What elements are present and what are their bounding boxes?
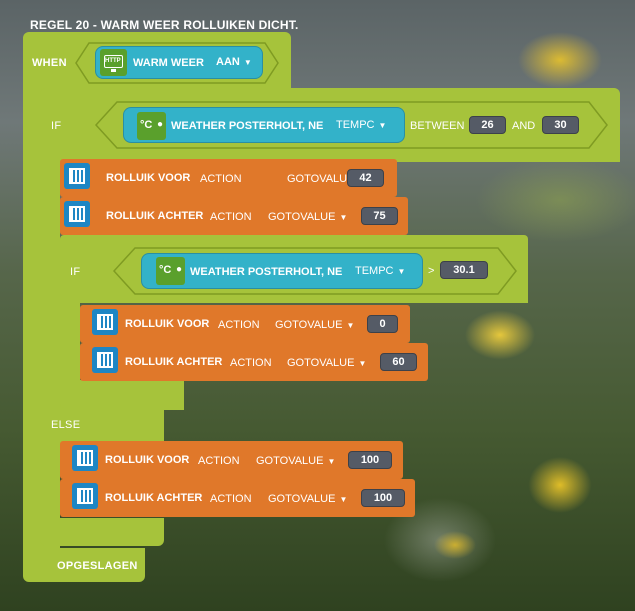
chevron-down-icon: ▼	[358, 359, 367, 368]
action-label: ACTION	[198, 455, 240, 467]
action-command: GOTOVALUE	[256, 455, 324, 467]
if-block-footer	[40, 518, 164, 546]
action-device: ROLLUIK VOOR	[105, 454, 190, 466]
action-device: ROLLUIK ACHTER	[105, 492, 203, 504]
temperature-icon: °C ●	[156, 257, 185, 285]
droplet-icon: ●	[176, 264, 183, 275]
droplet-icon: ●	[157, 119, 164, 130]
action-command-dropdown[interactable]: GOTOVALUE▼	[256, 455, 335, 467]
action-command-dropdown[interactable]: GOTOVALUE▼	[275, 319, 354, 331]
shutter-icon	[64, 163, 90, 189]
action-command-dropdown[interactable]: GOTOVALUE▼	[268, 211, 347, 223]
condition1-device: WEATHER POSTERHOLT, NE	[171, 120, 324, 132]
action-value[interactable]: 0	[367, 315, 398, 333]
action-command: GOTOVALUE	[268, 211, 336, 223]
shutter-icon	[92, 309, 118, 335]
shutter-icon	[64, 201, 90, 227]
when-block-spine	[23, 80, 41, 570]
action-row[interactable]: ROLLUIK ACHTER ACTION GOTOVALUE ▼ 100	[60, 479, 415, 517]
condition2-operator[interactable]: >	[428, 265, 434, 277]
action-row[interactable]: ROLLUIK VOOR ACTION GOTOVALUE ▼ 100	[60, 441, 403, 479]
action-command: GOTOVALUE	[268, 493, 336, 505]
temperature-icon-text: °C	[140, 119, 153, 131]
nested-if-label: IF	[70, 266, 81, 278]
chevron-down-icon: ▼	[378, 121, 387, 130]
trigger-value: AAN	[216, 56, 240, 68]
action-command-dropdown[interactable]: GOTOVALUE▼	[268, 493, 347, 505]
action-device: ROLLUIK ACHTER	[125, 356, 223, 368]
when-label: WHEN	[32, 57, 67, 69]
action-row[interactable]: ROLLUIK VOOR ACTION GOTOVALUE ▼ 0	[80, 305, 410, 343]
temperature-icon-text: °C	[159, 264, 172, 276]
condition1-property: TEMPC	[336, 119, 375, 131]
shutter-icon	[92, 347, 118, 373]
action-row[interactable]: ROLLUIK VOOR ACTION GOTOVALUE▼ 42	[60, 159, 397, 197]
action-value[interactable]: 75	[361, 207, 398, 225]
action-device: ROLLUIK ACHTER	[106, 210, 204, 222]
action-row[interactable]: ROLLUIK ACHTER ACTION GOTOVALUE ▼ 75	[60, 197, 408, 235]
trigger-value-dropdown[interactable]: AAN ▼	[216, 56, 252, 68]
condition1-operator[interactable]: BETWEEN	[410, 120, 464, 132]
condition2-device: WEATHER POSTERHOLT, NE	[190, 266, 343, 278]
action-label: ACTION	[230, 357, 272, 369]
temperature-icon: °C ●	[137, 112, 166, 140]
condition1-and: AND	[512, 120, 536, 132]
chevron-down-icon: ▼	[397, 267, 406, 276]
action-command: GOTOVALUE	[287, 173, 355, 185]
http-icon-text: HTTP	[105, 58, 121, 64]
chevron-down-icon: ▼	[339, 495, 348, 504]
action-label: ACTION	[210, 493, 252, 505]
action-command: GOTOVALUE	[287, 357, 355, 369]
shutter-icon	[72, 445, 98, 471]
condition1-low-value[interactable]: 26	[469, 116, 506, 134]
action-device: ROLLUIK VOOR	[106, 172, 191, 184]
chevron-down-icon: ▼	[327, 457, 336, 466]
rule-title: REGEL 20 - WARM WEER ROLLUIKEN DICHT.	[30, 18, 299, 32]
condition1-property-dropdown[interactable]: TEMPC ▼	[336, 119, 386, 131]
condition1-high-value[interactable]: 30	[542, 116, 579, 134]
action-row[interactable]: ROLLUIK ACHTER ACTION GOTOVALUE ▼ 60	[80, 343, 428, 381]
action-device: ROLLUIK VOOR	[125, 318, 210, 330]
action-label: ACTION	[218, 319, 260, 331]
chevron-down-icon: ▼	[243, 58, 252, 67]
if-block-spine	[40, 160, 60, 550]
action-value[interactable]: 60	[380, 353, 417, 371]
action-label: ACTION	[200, 173, 242, 185]
action-value[interactable]: 42	[347, 169, 384, 187]
condition2-property-dropdown[interactable]: TEMPC ▼	[355, 265, 405, 277]
shutter-icon	[72, 483, 98, 509]
chevron-down-icon: ▼	[346, 321, 355, 330]
action-value[interactable]: 100	[361, 489, 405, 507]
chevron-down-icon: ▼	[339, 213, 348, 222]
action-command-dropdown[interactable]: GOTOVALUE▼	[287, 357, 366, 369]
condition2-value[interactable]: 30.1	[440, 261, 488, 279]
if-label: IF	[51, 120, 62, 132]
condition2-property: TEMPC	[355, 265, 394, 277]
nested-if-footer	[60, 380, 184, 408]
action-value[interactable]: 100	[348, 451, 392, 469]
else-label: ELSE	[51, 419, 81, 431]
action-command: GOTOVALUE	[275, 319, 343, 331]
saved-label[interactable]: OPGESLAGEN	[57, 560, 138, 572]
trigger-name: WARM WEER	[133, 57, 204, 69]
http-icon: HTTP	[100, 49, 127, 76]
action-label: ACTION	[210, 211, 252, 223]
